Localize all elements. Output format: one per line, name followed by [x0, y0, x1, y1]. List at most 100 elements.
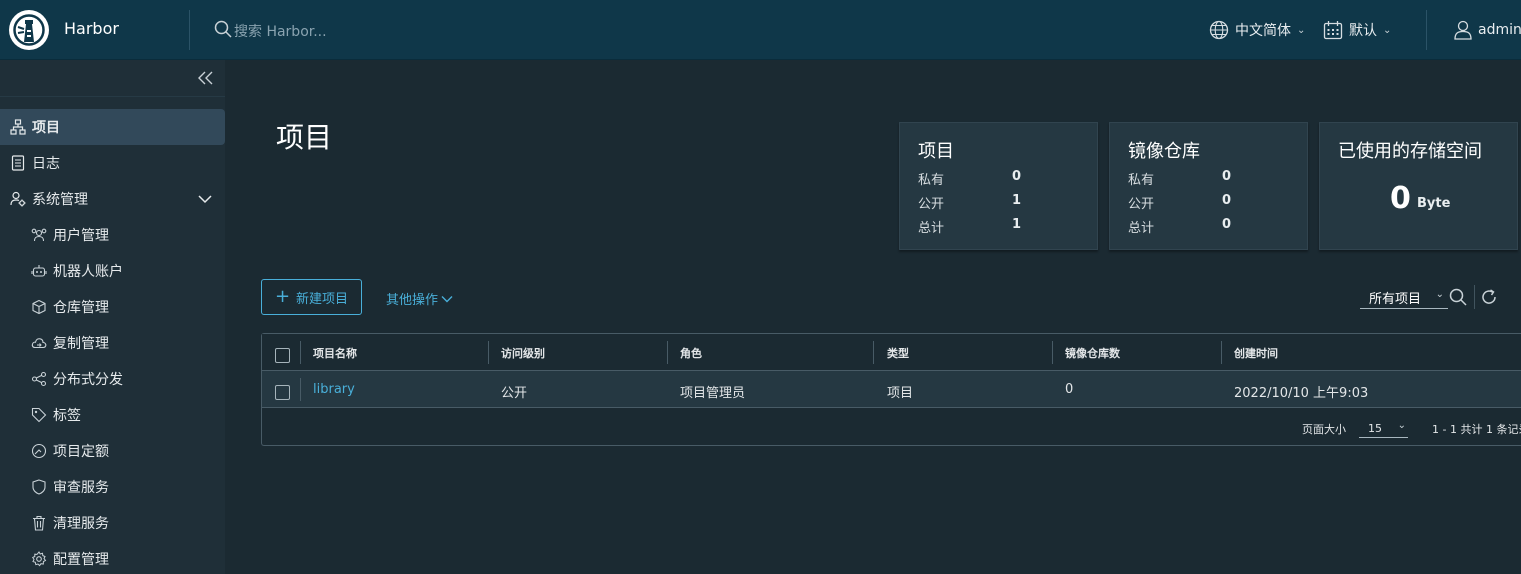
card-row-public: 公开 1 [918, 193, 1022, 212]
creation-time-cell: 2022/10/10 上午9:03 [1234, 386, 1369, 401]
chevron-down-icon: ⌄ [1435, 289, 1444, 300]
sidebar-item-labels[interactable]: 标签 [0, 397, 225, 433]
sidebar-item-label: 项目 [32, 120, 60, 136]
card-title: 已使用的存储空间 [1338, 141, 1482, 162]
page-size-value: 15 [1368, 422, 1382, 435]
column-header-type[interactable]: 类型 [887, 345, 909, 361]
sidebar-item-users[interactable]: 用户管理 [0, 217, 225, 253]
column-separator [300, 341, 301, 364]
chevron-down-icon: ⌄ [1397, 420, 1406, 431]
other-actions-label: 其他操作 [386, 293, 439, 308]
sidebar-item-label: 仓库管理 [53, 300, 109, 316]
table-row[interactable]: library 公开 项目管理员 项目 0 2022/10/10 上午9:03 [262, 371, 1521, 408]
language-label: 中文简体 [1235, 23, 1291, 39]
robot-icon [31, 263, 47, 279]
search-icon [1449, 288, 1467, 306]
globe-icon [1209, 20, 1229, 40]
card-row-total: 总计 0 [1128, 217, 1232, 236]
collapse-sidebar-button[interactable] [196, 68, 216, 88]
calendar-icon [1323, 21, 1343, 40]
sidebar-item-clean-up[interactable]: 清理服务 [0, 505, 225, 541]
refresh-button[interactable] [1480, 288, 1498, 310]
page-title: 项目 [276, 121, 333, 154]
sidebar-item-label: 项目定额 [53, 444, 109, 460]
column-header-creation-time[interactable]: 创建时间 [1234, 345, 1278, 361]
select-all-checkbox[interactable] [275, 348, 290, 363]
chevron-down-icon: ⌄ [1383, 24, 1392, 36]
tag-icon [31, 407, 47, 423]
refresh-icon [1482, 289, 1496, 304]
sidebar-item-replications[interactable]: 复制管理 [0, 325, 225, 361]
datetime-format-switcher[interactable]: 默认 ⌄ [1323, 18, 1391, 42]
brand-name[interactable]: Harbor [64, 19, 119, 38]
sidebar-item-administration[interactable]: 系统管理 [0, 181, 225, 217]
repositories-summary-card: 镜像仓库 私有 0 公开 0 总计 0 [1109, 122, 1308, 250]
sidebar-item-projects[interactable]: 项目 [0, 109, 225, 145]
repositories-count-cell: 0 [1065, 382, 1074, 397]
role-cell: 项目管理员 [680, 386, 746, 401]
sidebar-item-project-quotas[interactable]: 项目定额 [0, 433, 225, 469]
chevron-down-icon [197, 191, 213, 211]
sidebar-item-distribution[interactable]: 分布式分发 [0, 361, 225, 397]
column-header-role[interactable]: 角色 [680, 345, 702, 361]
new-project-label: 新建项目 [296, 291, 349, 307]
registry-icon [31, 299, 47, 315]
log-icon [10, 155, 26, 171]
card-title: 项目 [918, 141, 954, 162]
access-level-cell: 公开 [501, 386, 528, 401]
column-header-repositories-count[interactable]: 镜像仓库数 [1065, 345, 1120, 361]
sidebar-item-label: 配置管理 [53, 552, 109, 568]
sidebar-item-configuration[interactable]: 配置管理 [0, 541, 225, 574]
project-icon [10, 119, 26, 135]
card-row-private: 私有 0 [918, 169, 1022, 188]
gear-icon [31, 551, 47, 567]
sidebar: 项目 日志 系统管理 用户管理 机器人账户 仓库管理 复制管理 分布式分发 标签… [0, 60, 225, 574]
other-actions-dropdown[interactable]: 其他操作 [386, 289, 454, 308]
header-divider [1426, 10, 1427, 50]
language-switcher[interactable]: 中文简体 ⌄ [1209, 18, 1305, 42]
sidebar-item-label: 分布式分发 [53, 372, 123, 388]
column-separator [1052, 341, 1053, 364]
global-search[interactable]: 搜索 Harbor... [214, 19, 514, 43]
column-separator [1221, 341, 1222, 364]
user-menu[interactable]: admin [1454, 18, 1521, 42]
sidebar-item-label: 审查服务 [53, 480, 109, 496]
card-title: 镜像仓库 [1128, 141, 1200, 162]
new-project-button[interactable]: + 新建项目 [261, 279, 362, 315]
card-row-total: 总计 1 [918, 217, 1022, 236]
column-separator [488, 341, 489, 364]
column-header-access-level[interactable]: 访问级别 [501, 345, 545, 361]
search-icon [214, 20, 232, 42]
sidebar-item-interrogation-services[interactable]: 审查服务 [0, 469, 225, 505]
header: Harbor 搜索 Harbor... 中文简体 ⌄ 默认 ⌄ admin [0, 0, 1521, 60]
double-chevron-left-icon [198, 71, 213, 85]
storage-value: 0 [1390, 181, 1411, 216]
row-checkbox[interactable] [275, 385, 290, 400]
sidebar-item-registries[interactable]: 仓库管理 [0, 289, 225, 325]
card-row-private: 私有 0 [1128, 169, 1232, 188]
storage-unit: Byte [1417, 196, 1451, 211]
sidebar-divider [0, 96, 225, 97]
header-divider [189, 10, 190, 50]
pagination-total: 1 - 1 共计 1 条记录 [1432, 423, 1521, 436]
distribution-icon [31, 371, 47, 387]
sidebar-item-logs[interactable]: 日志 [0, 145, 225, 181]
user-icon [1454, 20, 1472, 40]
page-size-select[interactable]: 15 ⌄ [1359, 416, 1408, 438]
sidebar-item-label: 用户管理 [53, 228, 109, 244]
projects-summary-card: 项目 私有 0 公开 1 总计 1 [899, 122, 1098, 250]
project-name-link[interactable]: library [313, 382, 355, 397]
sidebar-item-label: 复制管理 [53, 336, 109, 352]
table-search-button[interactable] [1449, 288, 1467, 310]
sidebar-item-label: 清理服务 [53, 516, 109, 532]
project-filter-select[interactable]: 所有项目 ⌄ [1360, 287, 1448, 309]
admin-icon [10, 191, 26, 207]
harbor-logo-icon[interactable] [9, 10, 49, 50]
table-footer: 页面大小 15 ⌄ 1 - 1 共计 1 条记录 [262, 409, 1521, 446]
users-icon [31, 227, 47, 243]
column-header-name[interactable]: 项目名称 [313, 345, 357, 361]
column-separator [873, 341, 874, 364]
sidebar-item-label: 机器人账户 [53, 264, 123, 280]
search-input[interactable]: 搜索 Harbor... [234, 21, 327, 41]
sidebar-item-robot-accounts[interactable]: 机器人账户 [0, 253, 225, 289]
